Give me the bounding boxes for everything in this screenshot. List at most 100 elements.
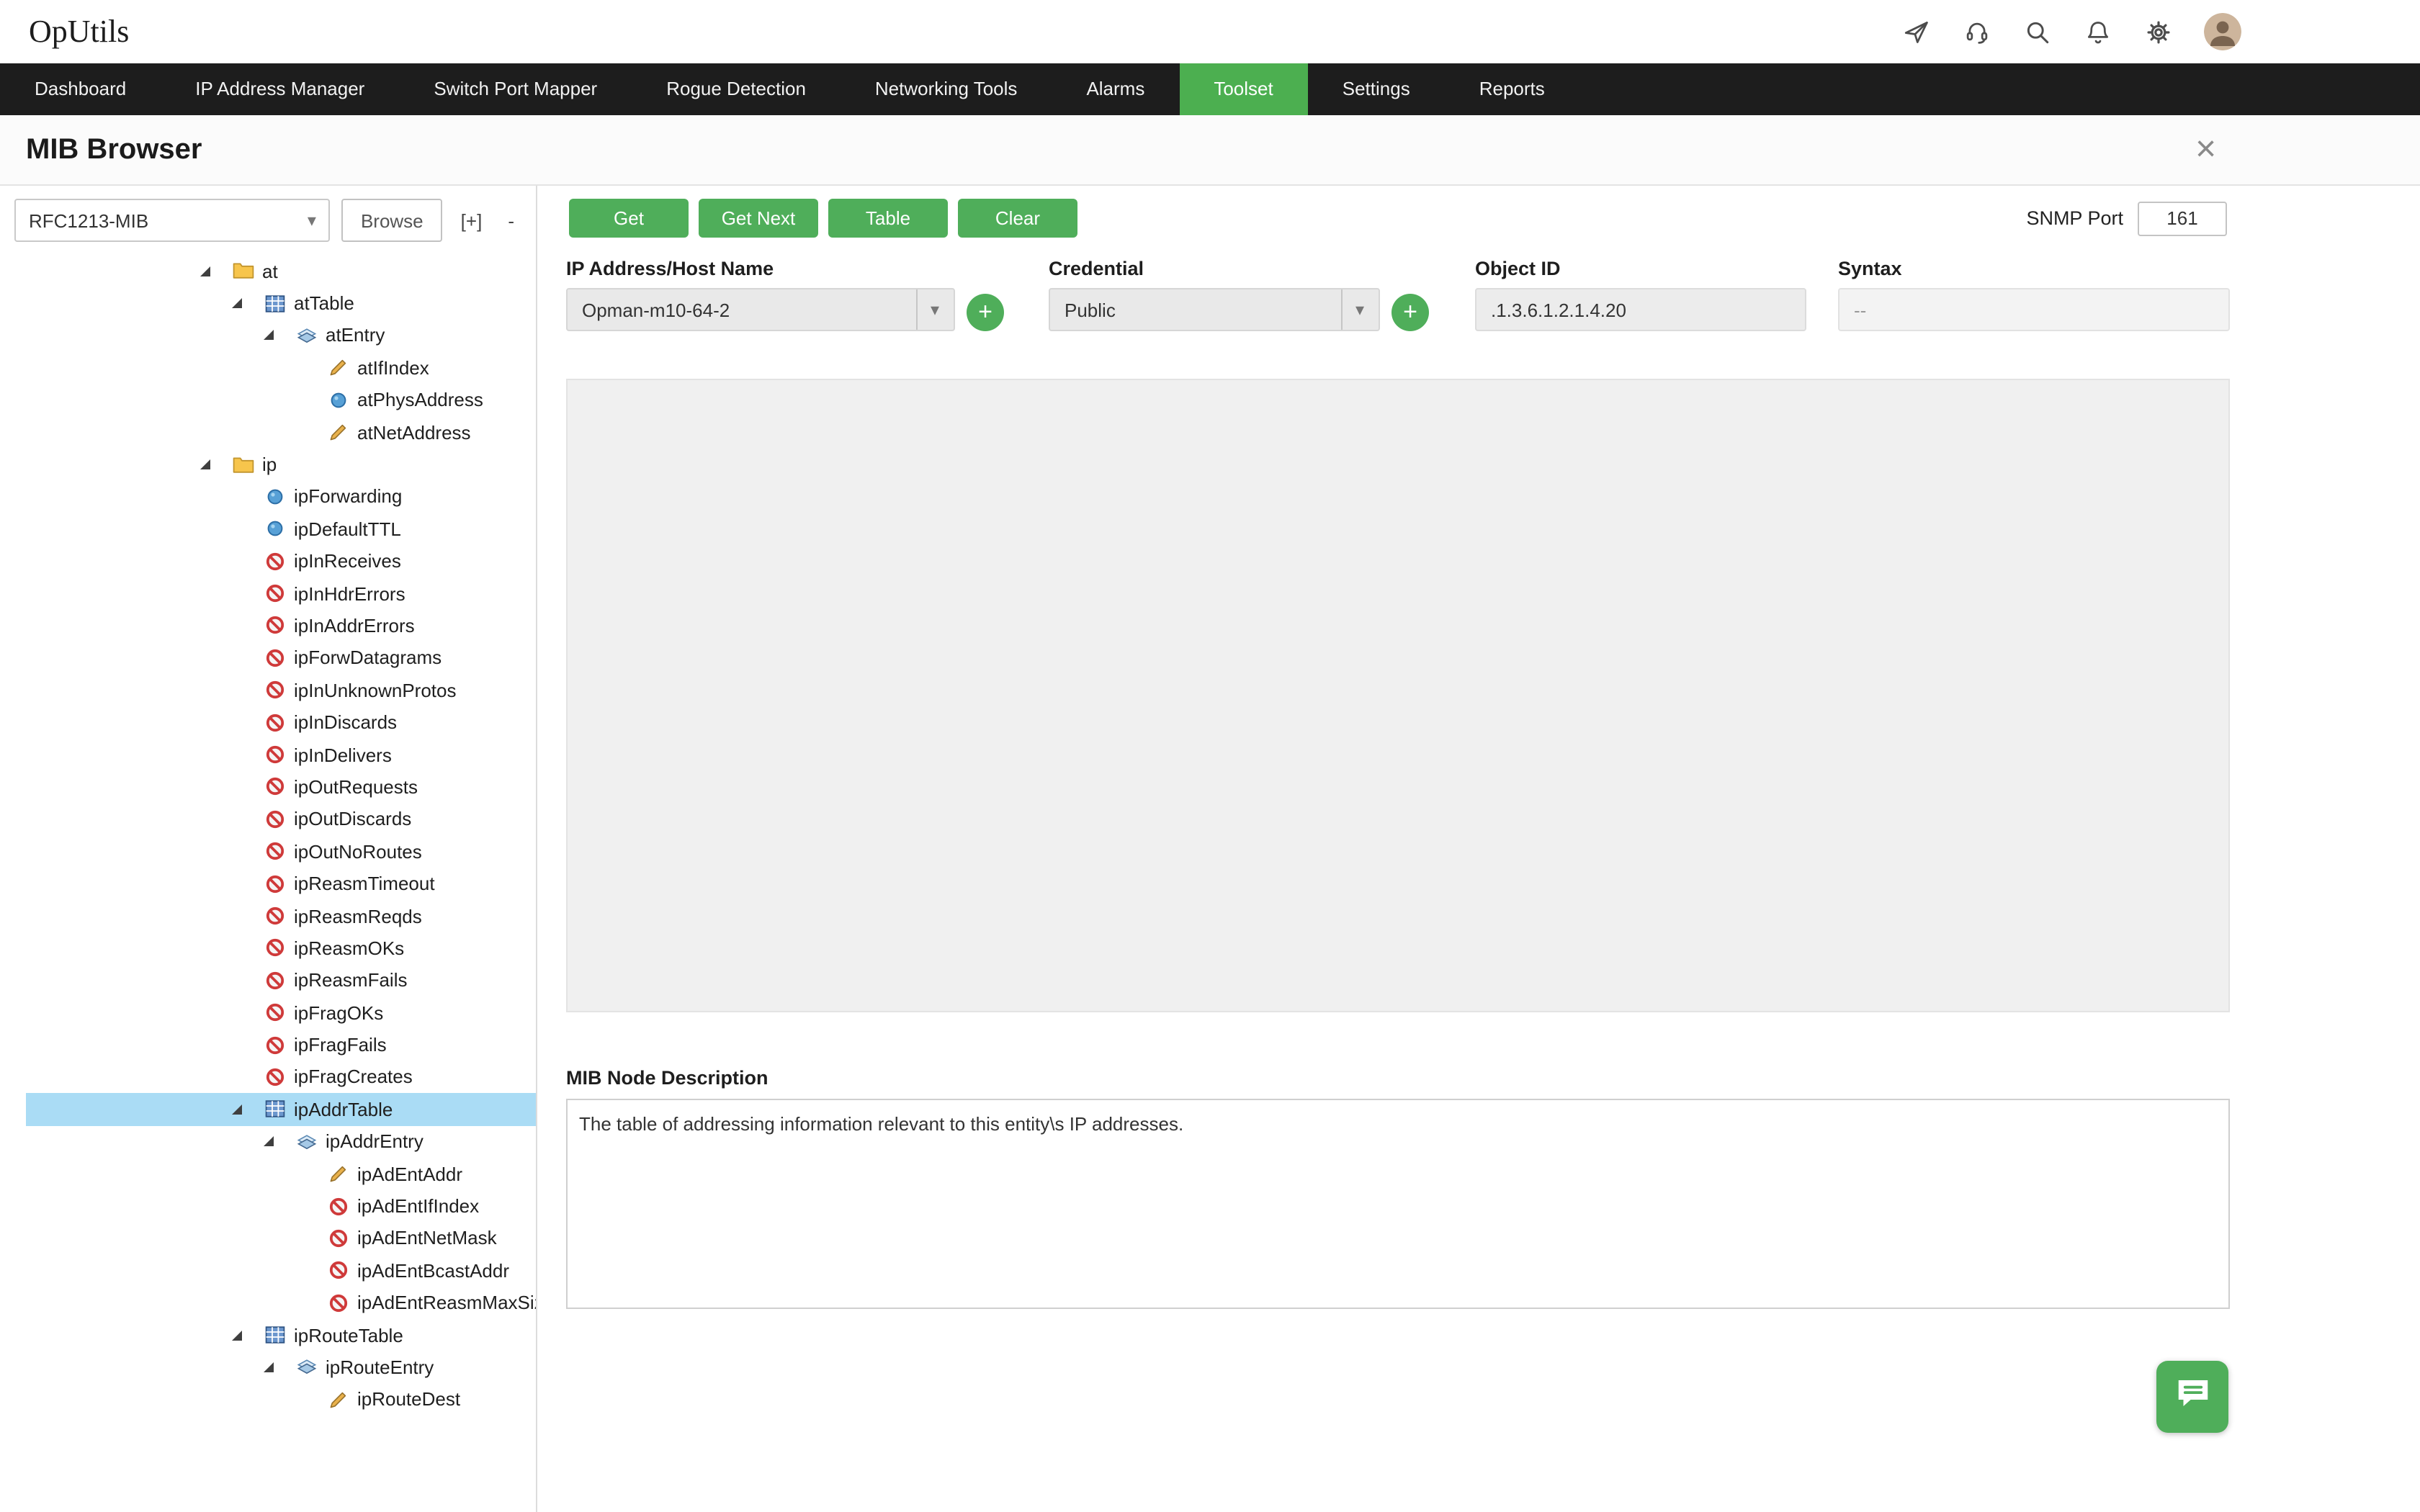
- tree-node-ipOutNoRoutes[interactable]: ipOutNoRoutes: [26, 835, 536, 868]
- tree-node-ipAddrEntry[interactable]: ipAddrEntry: [26, 1125, 536, 1158]
- tree-node-ipAdEntBcastAddr[interactable]: ipAdEntBcastAddr: [26, 1254, 536, 1287]
- tree-node-ipFragCreates[interactable]: ipFragCreates: [26, 1061, 536, 1094]
- tree-node-at[interactable]: at: [26, 255, 536, 287]
- tree-node-atIfIndex[interactable]: atIfIndex: [26, 351, 536, 384]
- tree-node-ipInDiscards[interactable]: ipInDiscards: [26, 706, 536, 739]
- no-access-icon: [262, 679, 287, 702]
- tree-node-ipAdEntIfIndex[interactable]: ipAdEntIfIndex: [26, 1190, 536, 1223]
- nav-switch-port-mapper[interactable]: Switch Port Mapper: [399, 63, 632, 115]
- ip-address-select[interactable]: Opman-m10-64-2: [566, 288, 955, 331]
- tree-node-ipAddrTable[interactable]: ipAddrTable: [26, 1093, 536, 1125]
- object-id-input[interactable]: .1.3.6.1.2.1.4.20: [1475, 288, 1806, 331]
- tree-node-ipRouteIfIndex[interactable]: ipRouteIfIndex: [26, 1416, 536, 1420]
- field-object-id: Object ID .1.3.6.1.2.1.4.20: [1475, 258, 1806, 331]
- get-button[interactable]: Get: [569, 199, 689, 238]
- expand-arrow-icon[interactable]: [264, 330, 294, 341]
- entry-icon: [294, 1130, 318, 1153]
- tree-node-ipForwDatagrams[interactable]: ipForwDatagrams: [26, 642, 536, 674]
- chevron-down-icon: [1341, 289, 1364, 330]
- nav-reports[interactable]: Reports: [1445, 63, 1579, 115]
- nav-rogue-detection[interactable]: Rogue Detection: [632, 63, 841, 115]
- clear-button[interactable]: Clear: [958, 199, 1077, 238]
- collapse-all-button[interactable]: -: [501, 210, 521, 231]
- app-logo[interactable]: OpUtils: [29, 13, 129, 50]
- expand-arrow-icon[interactable]: [232, 298, 262, 308]
- tree-node-label: atPhysAddress: [357, 390, 483, 411]
- expand-all-button[interactable]: [+]: [454, 210, 490, 231]
- notifications-icon[interactable]: [2083, 17, 2112, 46]
- get-next-button[interactable]: Get Next: [699, 199, 818, 238]
- scalar-icon: [262, 485, 287, 508]
- nav-toolset[interactable]: Toolset: [1179, 63, 1307, 115]
- tree-node-ipInUnknownProtos[interactable]: ipInUnknownProtos: [26, 674, 536, 706]
- tree-node-ipInAddrErrors[interactable]: ipInAddrErrors: [26, 610, 536, 642]
- credential-select[interactable]: Public: [1049, 288, 1380, 331]
- tree-node-ipFragOKs[interactable]: ipFragOKs: [26, 996, 536, 1029]
- page-title-bar: MIB Browser: [0, 115, 2420, 186]
- tree-node-ipRouteTable[interactable]: ipRouteTable: [26, 1319, 536, 1351]
- tree-node-ipInReceives[interactable]: ipInReceives: [26, 545, 536, 577]
- support-icon[interactable]: [1962, 17, 1991, 46]
- expand-arrow-icon[interactable]: [264, 1362, 294, 1372]
- mib-browser-main: GetGet NextTableClear SNMP Port IP Addre…: [537, 186, 2420, 1512]
- pencil-icon: [326, 1162, 350, 1185]
- tree-node-atPhysAddress[interactable]: atPhysAddress: [26, 384, 536, 416]
- chat-button[interactable]: [2156, 1361, 2228, 1433]
- tree-node-ipRouteDest[interactable]: ipRouteDest: [26, 1383, 536, 1416]
- tree-node-ipAdEntNetMask[interactable]: ipAdEntNetMask: [26, 1222, 536, 1254]
- table-icon: [262, 292, 287, 315]
- tree-node-ipReasmReqds[interactable]: ipReasmReqds: [26, 900, 536, 932]
- nav-networking-tools[interactable]: Networking Tools: [841, 63, 1052, 115]
- settings-icon[interactable]: [2143, 17, 2172, 46]
- launch-icon[interactable]: [1901, 17, 1930, 46]
- snmp-port-input[interactable]: [2138, 201, 2227, 235]
- tree-node-label: ipRouteDest: [357, 1389, 460, 1410]
- pencil-icon: [326, 1388, 350, 1411]
- tree-node-atNetAddress[interactable]: atNetAddress: [26, 416, 536, 449]
- no-access-icon: [326, 1291, 350, 1314]
- nav-dashboard[interactable]: Dashboard: [0, 63, 161, 115]
- add-credential-button[interactable]: [1392, 294, 1429, 331]
- search-icon[interactable]: [2022, 17, 2051, 46]
- tree-node-ipReasmTimeout[interactable]: ipReasmTimeout: [26, 868, 536, 900]
- no-access-icon: [262, 1066, 287, 1089]
- expand-arrow-icon[interactable]: [264, 1136, 294, 1146]
- nav-settings[interactable]: Settings: [1308, 63, 1445, 115]
- tree-node-ip[interactable]: ip: [26, 449, 536, 481]
- browse-button[interactable]: Browse: [342, 199, 442, 242]
- nav-alarms[interactable]: Alarms: [1052, 63, 1179, 115]
- tree-node-ipReasmOKs[interactable]: ipReasmOKs: [26, 932, 536, 964]
- tree-node-atTable[interactable]: atTable: [26, 287, 536, 320]
- nav-ip-address-manager[interactable]: IP Address Manager: [161, 63, 399, 115]
- tree-node-ipForwarding[interactable]: ipForwarding: [26, 480, 536, 513]
- no-access-icon: [262, 1001, 287, 1024]
- expand-arrow-icon[interactable]: [200, 459, 230, 469]
- add-host-button[interactable]: [967, 294, 1004, 331]
- tree-node-ipOutDiscards[interactable]: ipOutDiscards: [26, 803, 536, 835]
- tree-node-ipFragFails[interactable]: ipFragFails: [26, 1029, 536, 1061]
- tree-node-ipInDelivers[interactable]: ipInDelivers: [26, 739, 536, 771]
- tree-node-ipReasmFails[interactable]: ipReasmFails: [26, 964, 536, 996]
- tree-node-ipAdEntAddr[interactable]: ipAdEntAddr: [26, 1158, 536, 1190]
- tree-node-ipDefaultTTL[interactable]: ipDefaultTTL: [26, 513, 536, 545]
- expand-arrow-icon[interactable]: [232, 1104, 262, 1115]
- scalar-icon: [326, 389, 350, 412]
- expand-arrow-icon[interactable]: [200, 266, 230, 276]
- no-access-icon: [262, 1033, 287, 1056]
- expand-arrow-icon[interactable]: [232, 1330, 262, 1340]
- object-id-label: Object ID: [1475, 258, 1806, 279]
- table-button[interactable]: Table: [828, 199, 948, 238]
- tree-node-label: ipReasmTimeout: [294, 873, 435, 894]
- tree-node-ipAdEntReasmMaxSize[interactable]: ipAdEntReasmMaxSize: [26, 1287, 536, 1319]
- tree-node-label: atEntry: [326, 325, 385, 346]
- tree-node-ipOutRequests[interactable]: ipOutRequests: [26, 771, 536, 804]
- tree-node-label: ipAdEntIfIndex: [357, 1195, 479, 1217]
- close-icon[interactable]: [2195, 132, 2216, 168]
- user-avatar[interactable]: [2204, 13, 2241, 50]
- snmp-action-toolbar: Get Get Next Table Clear: [569, 199, 1077, 238]
- tree-node-ipInHdrErrors[interactable]: ipInHdrErrors: [26, 577, 536, 610]
- mib-select[interactable]: RFC1213-MIB: [14, 199, 331, 242]
- tree-node-ipRouteEntry[interactable]: ipRouteEntry: [26, 1351, 536, 1384]
- no-access-icon: [262, 775, 287, 798]
- tree-node-atEntry[interactable]: atEntry: [26, 320, 536, 352]
